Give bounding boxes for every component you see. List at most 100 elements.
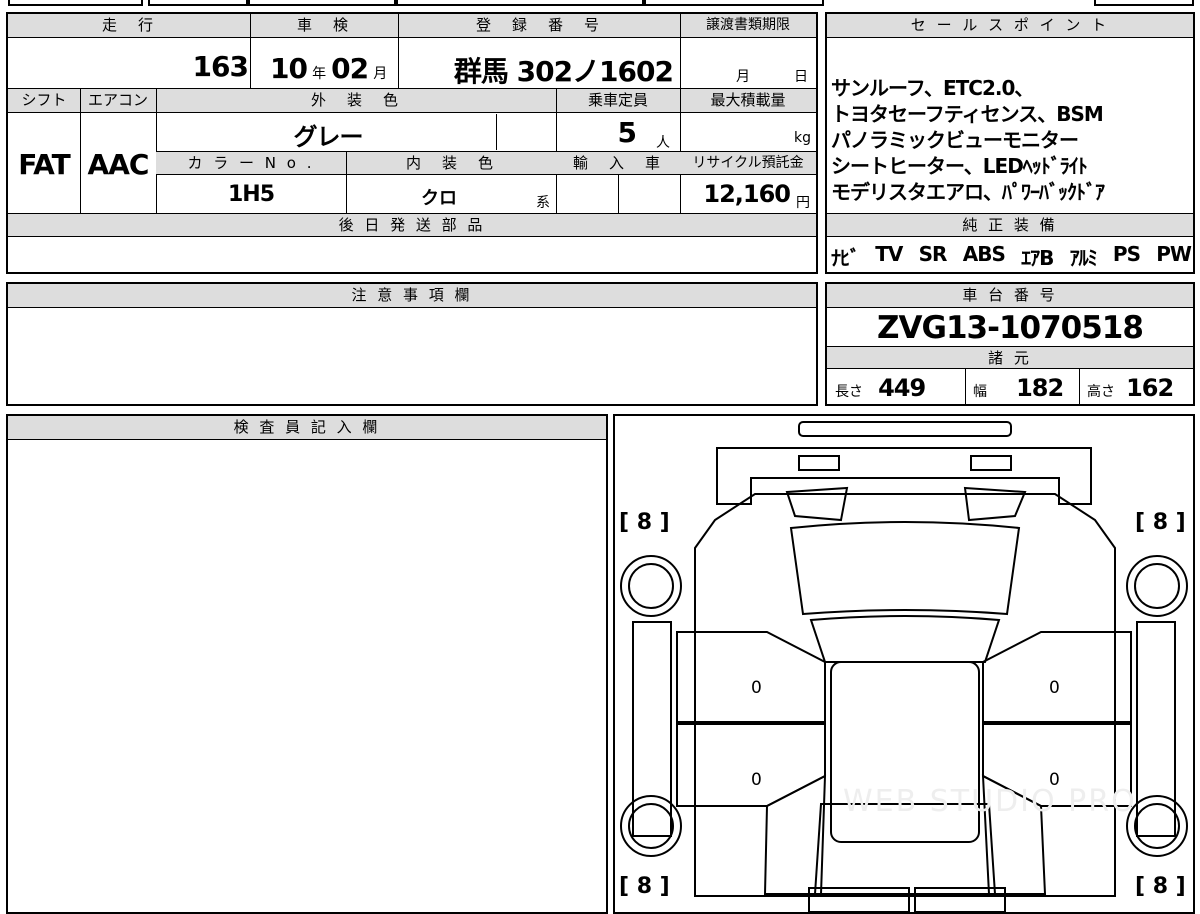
inspector-box: 検 査 員 記 入 欄 — [6, 414, 608, 914]
mirror-right — [963, 486, 1027, 522]
equipment-item: ｴｱB — [1021, 246, 1054, 270]
inspection-month: 02 — [331, 52, 369, 85]
later-parts-header: 後 日 発 送 部 品 — [8, 214, 816, 237]
colorno-header: カ ラ ー N o . — [156, 152, 346, 175]
interior-value: クロ — [421, 188, 457, 209]
specs-header: 諸 元 — [827, 347, 1193, 369]
capacity-value: 5 — [617, 116, 637, 149]
sales-points-list: サンルーフ、ETC2.0、 トヨタセーフティセンス、BSM パノラミックビューモ… — [831, 75, 1105, 205]
interior-unit: 系 — [536, 195, 550, 211]
chassis-box: 車 台 番 号 ZVG13-1070518 諸 元 長さ 449 幅 182 高… — [825, 282, 1195, 406]
inspection-year-unit: 年 — [312, 66, 327, 82]
chassis-value: ZVG13-1070518 — [877, 310, 1144, 346]
recycle-header: リサイクル預託金 — [680, 152, 816, 175]
rear-plate — [914, 887, 1006, 912]
spec-length-value: 449 — [878, 374, 926, 402]
tire-front-right-grade: [ 8 ] — [1135, 510, 1186, 535]
mileage-header: 走 行 — [8, 14, 250, 38]
registration-header: 登 録 番 号 — [398, 14, 680, 38]
sales-point-line: トヨタセーフティセンス、BSM — [831, 102, 1104, 126]
sales-points-header: セ ー ル ス ポ イ ン ト — [827, 14, 1193, 38]
import-header: 輸 入 車 — [556, 152, 680, 175]
door-front-left-panel — [676, 631, 826, 723]
sales-point-line: サンルーフ、ETC2.0、 — [831, 76, 1034, 100]
colorno-value: 1H5 — [227, 182, 275, 207]
mirror-left — [785, 486, 849, 522]
wheel-rear-right-inner — [1134, 803, 1180, 849]
shift-header: シフト — [8, 89, 80, 113]
inspection-header: 車 検 — [250, 14, 398, 38]
equipment-item: ｱﾙﾐ — [1069, 246, 1098, 270]
chassis-header: 車 台 番 号 — [827, 284, 1193, 308]
door-front-right-score: 0 — [1049, 678, 1060, 698]
spec-height-label: 高さ — [1087, 384, 1115, 400]
headlight-left — [798, 455, 840, 471]
wheel-front-left-inner — [628, 563, 674, 609]
tire-rear-left-grade: [ 8 ] — [619, 874, 670, 899]
equipment-item: PW — [1156, 242, 1192, 266]
inspection-value: 10 年 02 月 — [270, 52, 398, 85]
recycle-value: 12,160 — [703, 180, 791, 208]
top-bar-segment — [396, 0, 644, 6]
top-bar-segment — [148, 0, 248, 6]
spec-length-label: 長さ — [835, 384, 863, 400]
maxload-header: 最大積載量 — [680, 89, 816, 113]
spec-width-value: 182 — [1016, 374, 1064, 402]
transfer-deadline-header: 譲渡書類期限 — [680, 14, 816, 38]
rear-bumper — [808, 887, 910, 912]
vehicle-info-grid: 走 行 車 検 登 録 番 号 譲渡書類期限 163 km 10 年 02 月 … — [6, 12, 818, 274]
ac-header: エアコン — [80, 89, 156, 113]
front-bumper-bar — [798, 421, 1012, 437]
equipment-header: 純 正 装 備 — [827, 214, 1193, 237]
equipment-item: PS — [1112, 242, 1141, 266]
equipment-item: ABS — [962, 242, 1006, 266]
spec-height: 高さ 162 — [1087, 374, 1174, 402]
transfer-day-unit: 日 — [794, 69, 808, 85]
wheel-rear-left-inner — [628, 803, 674, 849]
maxload-unit: kg — [794, 130, 811, 146]
transfer-month-unit: 月 — [736, 69, 750, 85]
notes-box: 注 意 事 項 欄 — [6, 282, 818, 406]
car-diagram — [620, 421, 1188, 912]
capacity-header: 乗車定員 — [556, 89, 680, 113]
sales-point-line: パノラミックビューモニター — [831, 128, 1079, 152]
inspector-header: 検 査 員 記 入 欄 — [8, 416, 606, 440]
inspection-month-unit: 月 — [373, 66, 388, 82]
interior-header: 内 装 色 — [346, 152, 556, 175]
wheel-front-right-inner — [1134, 563, 1180, 609]
door-rear-left-panel — [676, 723, 826, 807]
equipment-item: ﾅﾋﾞ — [831, 246, 860, 270]
tire-front-left-grade: [ 8 ] — [619, 510, 670, 535]
roof — [809, 615, 1001, 663]
spec-width: 幅 182 — [973, 374, 1064, 402]
shift-value: FAT — [18, 148, 71, 181]
capacity-unit: 人 — [656, 135, 670, 151]
registration-value: 群馬 302ノ1602 — [453, 55, 674, 88]
headlight-right — [970, 455, 1012, 471]
inspection-year: 10 — [270, 52, 308, 85]
windshield — [789, 521, 1021, 616]
exterior-value: グレー — [293, 123, 364, 151]
recycle-unit: 円 — [796, 195, 810, 211]
top-bar-segment — [8, 0, 143, 6]
watermark: WEB STUDIO PRO — [843, 784, 1137, 819]
top-bar-segment — [1094, 0, 1194, 6]
spec-height-value: 162 — [1126, 374, 1174, 402]
equipment-item: SR — [918, 242, 948, 266]
tire-rear-right-grade: [ 8 ] — [1135, 874, 1186, 899]
top-bar-segment — [248, 0, 396, 6]
door-front-right-panel — [982, 631, 1132, 723]
notes-header: 注 意 事 項 欄 — [8, 284, 816, 308]
door-front-left-score: 0 — [751, 678, 762, 698]
spec-length: 長さ 449 — [835, 374, 926, 402]
sales-points-box: セ ー ル ス ポ イ ン ト サンルーフ、ETC2.0、 トヨタセーフティセン… — [825, 12, 1195, 274]
car-diagram-box: [ 8 ] [ 8 ] [ 8 ] [ 8 ] 0 0 0 0 WEB STUD… — [613, 414, 1195, 914]
spec-width-label: 幅 — [973, 384, 987, 400]
front-body — [716, 447, 1092, 505]
top-bar-segment — [644, 0, 824, 6]
door-rear-left-score: 0 — [751, 770, 762, 790]
sales-point-line: シートヒーター、LEDﾍｯﾄﾞﾗｲﾄ — [831, 154, 1088, 178]
equipment-list: ﾅﾋﾞ TV SR ABS ｴｱB ｱﾙﾐ PS PW — [831, 242, 1192, 271]
sales-point-line: モデリスタエアロ、ﾊﾟﾜｰﾊﾞｯｸﾄﾞｱ — [831, 180, 1105, 204]
exterior-header: 外 装 色 — [156, 89, 556, 113]
